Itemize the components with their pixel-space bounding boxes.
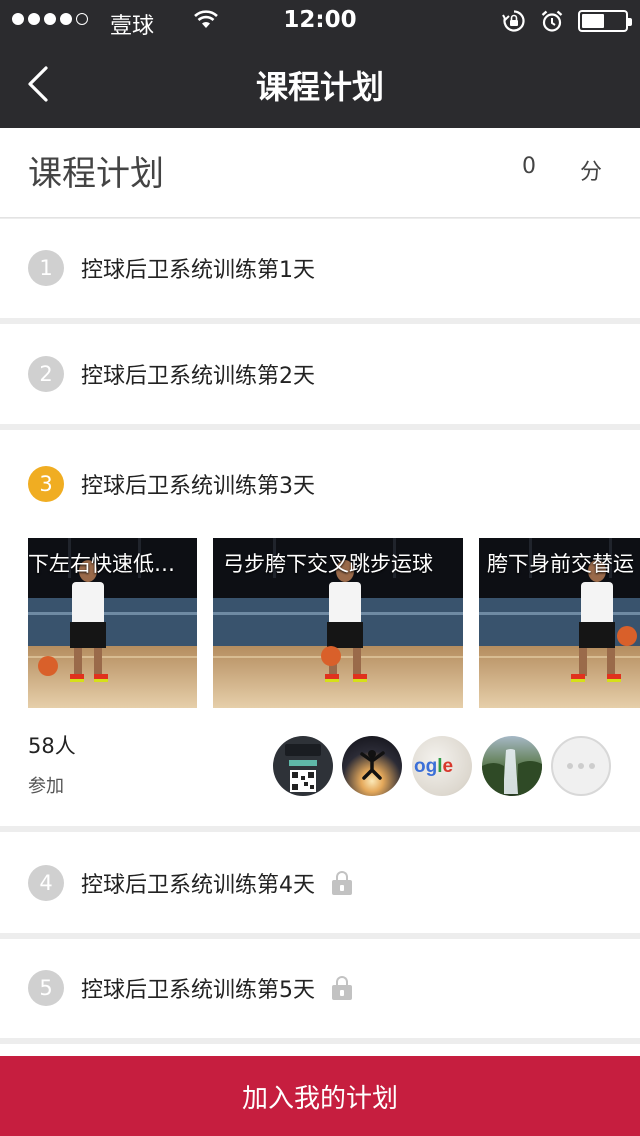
video-title: 胯下身前交替运 xyxy=(487,552,634,576)
day-number-badge: 3 xyxy=(28,466,64,502)
day-title: 控球后卫系统训练第1天 xyxy=(81,258,315,283)
jumping-player-icon xyxy=(360,750,385,780)
day-number-badge: 4 xyxy=(28,865,64,901)
battery-icon xyxy=(578,10,632,32)
participant-avatar[interactable]: ogle xyxy=(412,736,472,796)
day-card-active[interactable]: 3 控球后卫系统训练第3天 下左右快速低… 弓步胯下交叉跳步运球 胯下身前交替运… xyxy=(0,430,640,826)
video-title: 弓步胯下交叉跳步运球 xyxy=(223,552,433,576)
video-thumbnail[interactable]: 弓步胯下交叉跳步运球 xyxy=(213,538,463,708)
video-thumbnail[interactable]: 胯下身前交替运 xyxy=(479,538,640,708)
page-title: 课程计划 xyxy=(255,68,384,106)
video-title: 下左右快速低… xyxy=(28,552,175,576)
day-card-locked[interactable]: 4 控球后卫系统训练第4天 xyxy=(0,832,640,933)
day-card[interactable]: 2 控球后卫系统训练第2天 xyxy=(0,324,640,424)
participant-avatar[interactable] xyxy=(273,736,333,796)
join-plan-button[interactable]: 加入我的计划 xyxy=(0,1056,640,1136)
svg-text:ogle: ogle xyxy=(414,756,453,777)
day-title: 控球后卫系统训练第4天 xyxy=(81,873,315,898)
day-card[interactable]: 1 控球后卫系统训练第1天 xyxy=(0,219,640,318)
day-number-badge: 5 xyxy=(28,970,64,1006)
participant-label: 参加 xyxy=(28,776,64,797)
score-value: 0 xyxy=(522,154,536,179)
google-logo-icon: ogle xyxy=(414,756,453,777)
more-dots-icon xyxy=(567,763,573,769)
score-unit: 分 xyxy=(580,160,603,185)
day-title: 控球后卫系统训练第3天 xyxy=(81,474,315,499)
qr-code-icon xyxy=(285,744,321,792)
alarm-icon xyxy=(541,10,563,32)
video-carousel[interactable]: 下左右快速低… 弓步胯下交叉跳步运球 胯下身前交替运 xyxy=(0,538,640,708)
day-card-locked[interactable]: 5 控球后卫系统训练第5天 xyxy=(0,939,640,1038)
video-thumbnail[interactable]: 下左右快速低… xyxy=(28,538,197,708)
waterfall-icon xyxy=(482,749,542,796)
course-plan-header: 课程计划 0 分 xyxy=(0,128,640,218)
day-title: 控球后卫系统训练第2天 xyxy=(81,364,315,389)
day-number-badge: 2 xyxy=(28,356,64,392)
section-title: 课程计划 xyxy=(28,154,164,194)
navigation-bar: 课程计划 xyxy=(0,40,640,128)
day-title: 控球后卫系统训练第5天 xyxy=(81,978,315,1003)
lock-icon xyxy=(331,870,353,896)
more-participants-button[interactable] xyxy=(551,736,611,796)
participant-avatar[interactable] xyxy=(482,736,542,796)
participant-avatar[interactable] xyxy=(342,736,402,796)
status-bar: 壹球 12:00 xyxy=(0,0,640,40)
rotation-lock-icon xyxy=(502,10,525,32)
participant-count: 58人 xyxy=(28,734,76,758)
lock-icon xyxy=(331,975,353,1001)
join-plan-label: 加入我的计划 xyxy=(241,1084,398,1114)
day-number-badge: 1 xyxy=(28,250,64,286)
day-card xyxy=(0,1044,640,1056)
